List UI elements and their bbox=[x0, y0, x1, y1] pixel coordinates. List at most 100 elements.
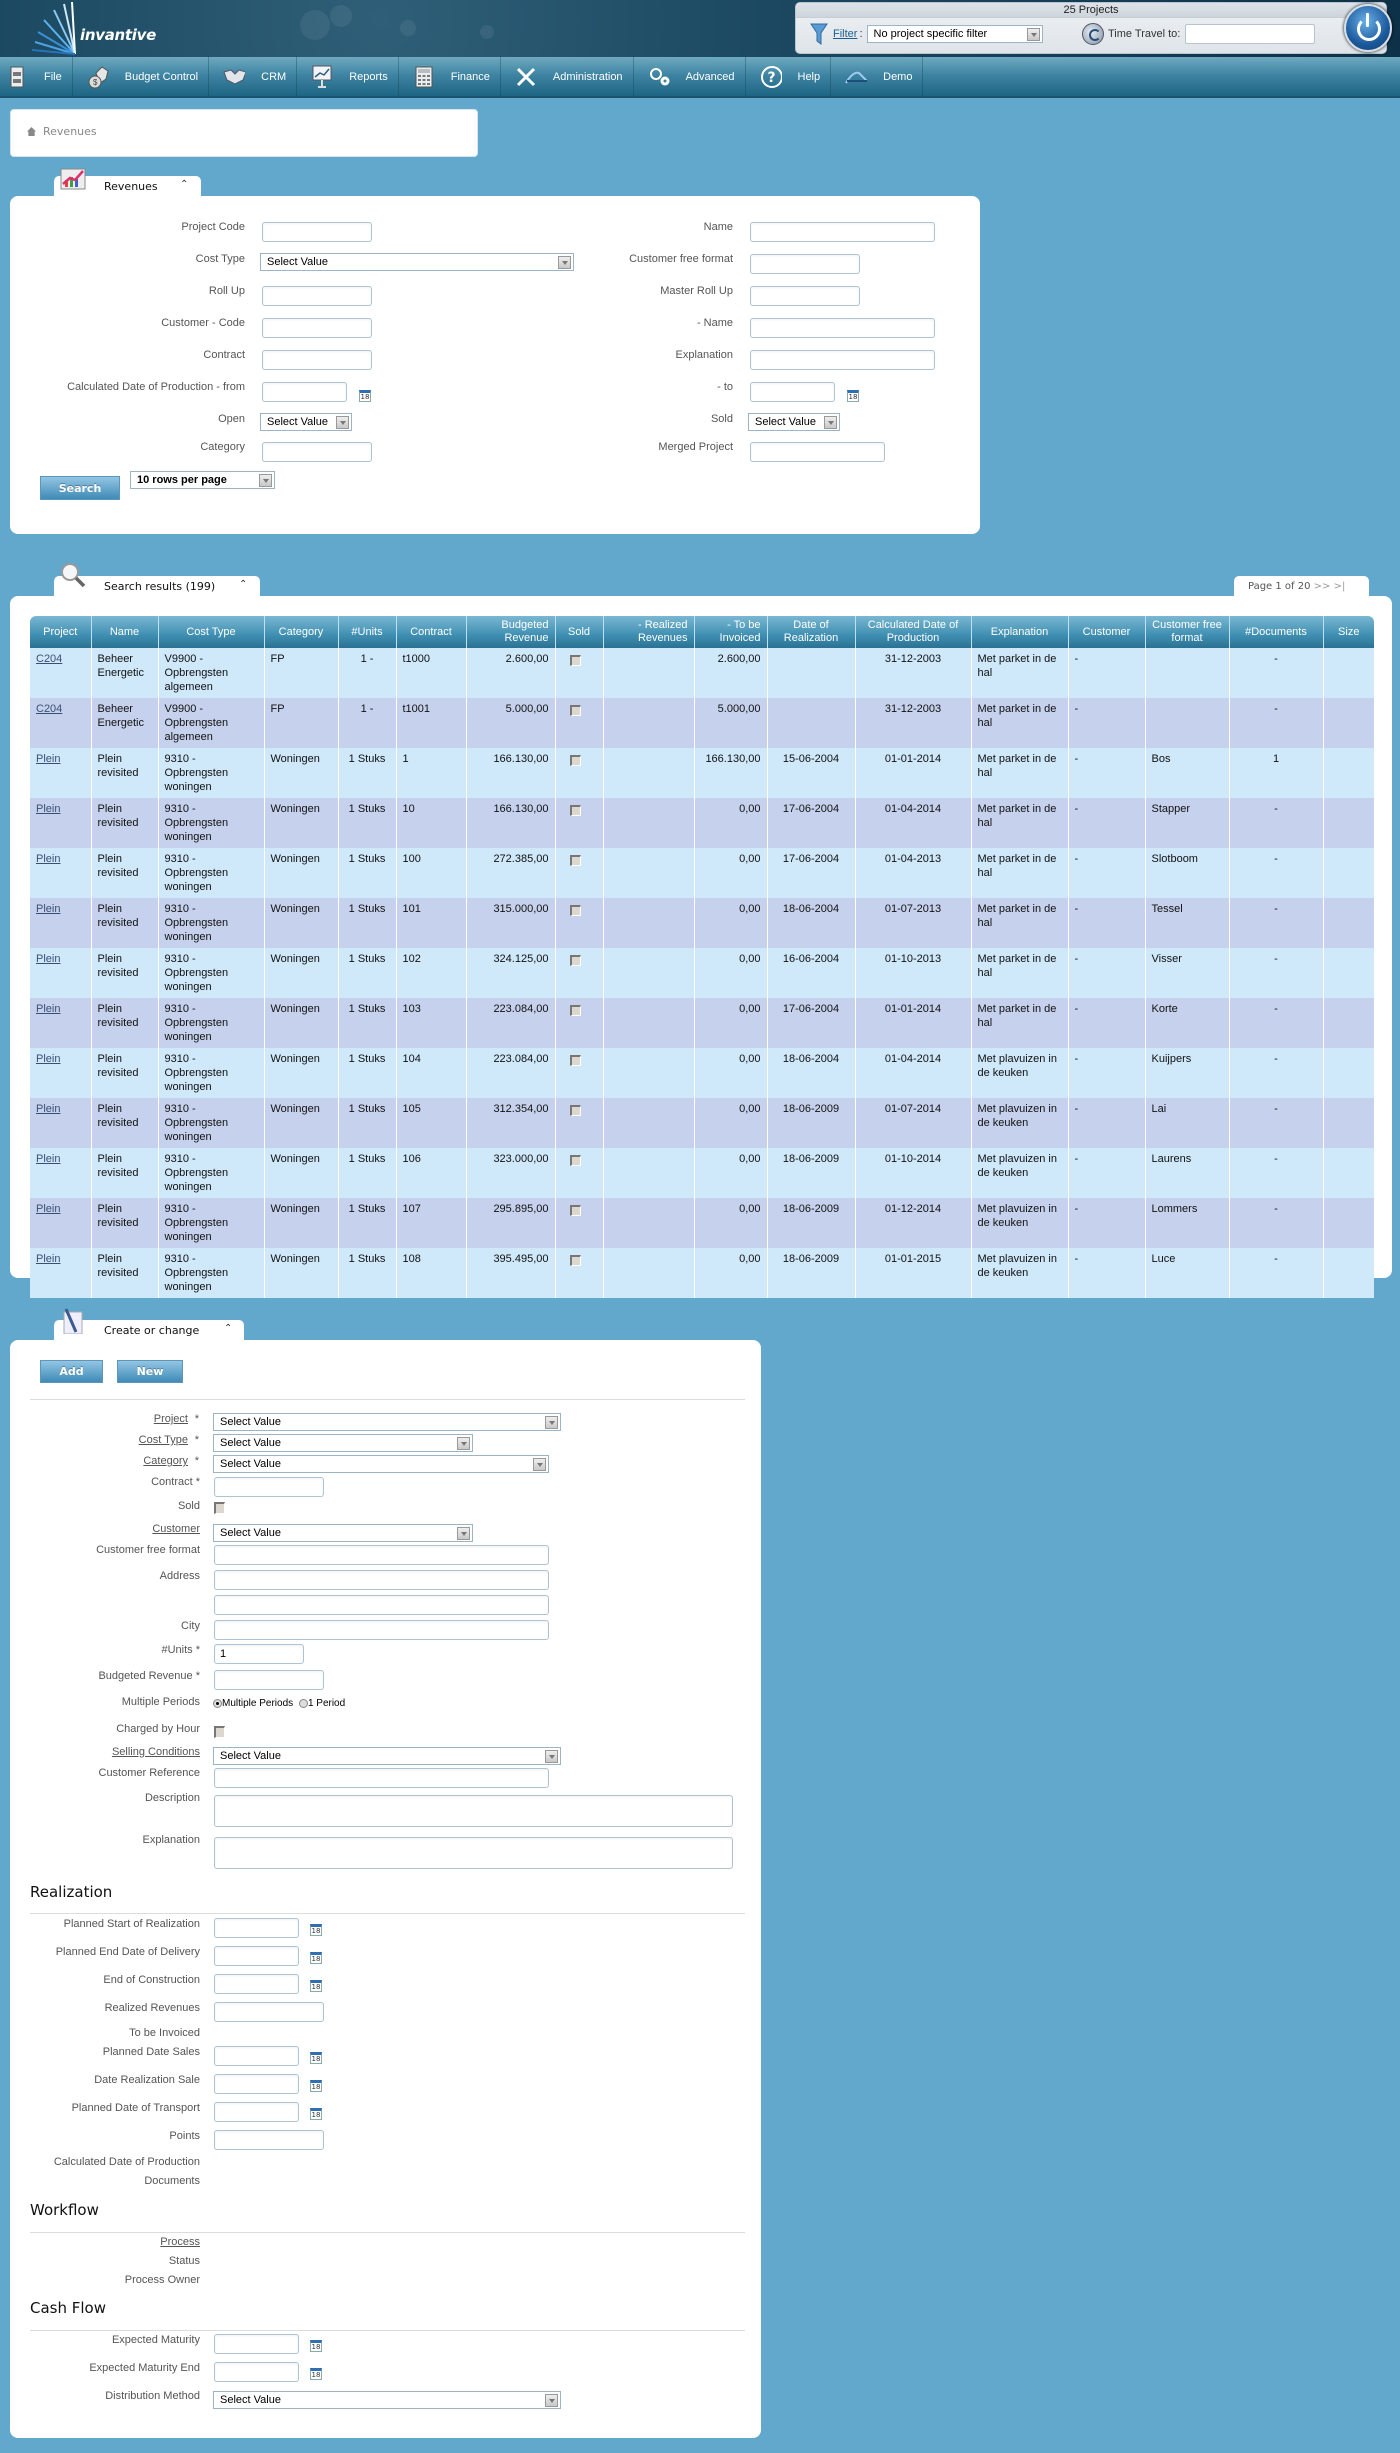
roll-up-input[interactable] bbox=[262, 286, 372, 306]
radio-one-period[interactable] bbox=[298, 1698, 308, 1708]
pager-next[interactable]: >> bbox=[1314, 581, 1331, 592]
sold-checkbox[interactable] bbox=[569, 1155, 581, 1166]
explanation-textarea[interactable] bbox=[214, 1837, 733, 1869]
sold-select[interactable]: Select Value bbox=[748, 413, 840, 431]
column-header[interactable]: Project bbox=[30, 616, 91, 648]
search-button[interactable]: Search bbox=[40, 476, 120, 500]
planned-date-sales-input[interactable] bbox=[214, 2046, 299, 2066]
end-construction-input[interactable] bbox=[214, 1974, 299, 1994]
budgeted-revenue-field-input[interactable] bbox=[214, 1670, 324, 1690]
dash-name-input[interactable] bbox=[750, 318, 935, 338]
new-button[interactable]: New bbox=[117, 1360, 183, 1383]
project-link[interactable]: Plein bbox=[36, 1103, 60, 1115]
sold-checkbox[interactable] bbox=[569, 705, 581, 716]
calendar-icon[interactable]: 18 bbox=[359, 390, 371, 402]
category-field-label[interactable]: Category bbox=[143, 1455, 188, 1467]
table-row[interactable]: Plein Plein revisited 9310 - Opbrengsten w… bbox=[30, 848, 1374, 898]
selling-conditions-select[interactable]: Select Value bbox=[213, 1747, 561, 1765]
logout-power-button[interactable] bbox=[1344, 4, 1392, 52]
city-field-input[interactable] bbox=[214, 1620, 549, 1640]
explanation-input[interactable] bbox=[750, 350, 935, 370]
menu-reports[interactable]: Reports bbox=[297, 56, 399, 97]
column-header[interactable]: Size bbox=[1322, 616, 1374, 648]
menu-finance[interactable]: Finance bbox=[399, 56, 501, 97]
calendar-icon[interactable]: 18 bbox=[310, 2052, 322, 2064]
table-row[interactable]: Plein Plein revisited 9310 - Opbrengsten w… bbox=[30, 1148, 1374, 1198]
contract-input[interactable] bbox=[262, 350, 372, 370]
calendar-icon[interactable]: 18 bbox=[310, 2080, 322, 2092]
filter-link[interactable]: Filter bbox=[833, 28, 857, 40]
calendar-icon[interactable]: 18 bbox=[310, 2340, 322, 2352]
column-header[interactable]: #Units bbox=[337, 616, 396, 648]
sold-checkbox[interactable] bbox=[569, 855, 581, 866]
cost-type-field-select[interactable]: Select Value bbox=[213, 1434, 473, 1452]
table-row[interactable]: Plein Plein revisited 9310 - Opbrengsten w… bbox=[30, 1098, 1374, 1148]
project-link[interactable]: Plein bbox=[36, 753, 60, 765]
units-field-input[interactable] bbox=[214, 1644, 304, 1664]
collapse-icon[interactable]: ⌃ bbox=[180, 179, 188, 190]
project-field-label[interactable]: Project bbox=[154, 1413, 188, 1425]
column-header[interactable]: Cost Type bbox=[157, 616, 264, 648]
customer-field-select[interactable]: Select Value bbox=[213, 1524, 473, 1542]
menu-budget-control[interactable]: $ Budget Control bbox=[73, 56, 210, 97]
table-row[interactable]: C204 Beheer Energetic V9900 - Opbrengsten … bbox=[30, 698, 1374, 748]
category-field-select[interactable]: Select Value bbox=[213, 1455, 549, 1473]
collapse-icon[interactable]: ⌃ bbox=[224, 1323, 232, 1334]
project-link[interactable]: C204 bbox=[36, 703, 62, 715]
cost-type-field-label[interactable]: Cost Type bbox=[139, 1434, 188, 1446]
project-link[interactable]: Plein bbox=[36, 903, 60, 915]
table-row[interactable]: Plein Plein revisited 9310 - Opbrengsten w… bbox=[30, 798, 1374, 848]
project-link[interactable]: Plein bbox=[36, 1053, 60, 1065]
sold-checkbox[interactable] bbox=[569, 1055, 581, 1066]
column-header[interactable]: - Realized Revenues bbox=[602, 616, 694, 648]
project-link[interactable]: Plein bbox=[36, 1153, 60, 1165]
merged-project-input[interactable] bbox=[750, 442, 885, 462]
table-row[interactable]: Plein Plein revisited 9310 - Opbrengsten w… bbox=[30, 1198, 1374, 1248]
points-input[interactable] bbox=[214, 2130, 324, 2150]
date-realization-sale-input[interactable] bbox=[214, 2074, 299, 2094]
sold-checkbox[interactable] bbox=[214, 1502, 225, 1514]
sold-checkbox[interactable] bbox=[569, 1205, 581, 1216]
calendar-icon[interactable]: 18 bbox=[847, 390, 859, 402]
table-row[interactable]: Plein Plein revisited 9310 - Opbrengsten w… bbox=[30, 948, 1374, 998]
column-header[interactable]: Date of Realization bbox=[766, 616, 855, 648]
menu-help[interactable]: ? Help bbox=[746, 56, 832, 97]
sold-checkbox[interactable] bbox=[569, 1255, 581, 1266]
column-header[interactable]: Contract bbox=[395, 616, 466, 648]
column-header[interactable]: Customer bbox=[1067, 616, 1145, 648]
calendar-icon[interactable]: 18 bbox=[310, 1924, 322, 1936]
menu-advanced[interactable]: Advanced bbox=[634, 56, 746, 97]
calendar-icon[interactable]: 18 bbox=[310, 2108, 322, 2120]
address-line1-input[interactable] bbox=[214, 1570, 549, 1590]
menu-administration[interactable]: Administration bbox=[501, 56, 634, 97]
sold-checkbox[interactable] bbox=[569, 805, 581, 816]
customer-free-format-field-input[interactable] bbox=[214, 1545, 549, 1565]
sold-checkbox[interactable] bbox=[569, 905, 581, 916]
planned-transport-input[interactable] bbox=[214, 2102, 299, 2122]
menu-crm[interactable]: CRM bbox=[209, 56, 298, 97]
column-header[interactable]: Category bbox=[263, 616, 338, 648]
sold-checkbox[interactable] bbox=[569, 655, 581, 666]
project-link[interactable]: C204 bbox=[36, 653, 62, 665]
planned-start-input[interactable] bbox=[214, 1918, 299, 1938]
customer-code-input[interactable] bbox=[262, 318, 372, 338]
rows-per-page-select[interactable]: 10 rows per page bbox=[130, 471, 275, 489]
column-header[interactable]: Explanation bbox=[970, 616, 1068, 648]
category-input[interactable] bbox=[262, 442, 372, 462]
table-row[interactable]: C204 Beheer Energetic V9900 - Opbrengsten … bbox=[30, 648, 1374, 698]
customer-field-label[interactable]: Customer bbox=[152, 1523, 200, 1535]
menu-demo[interactable]: Demo bbox=[831, 56, 924, 97]
realized-revenues-input[interactable] bbox=[214, 2002, 324, 2022]
calc-date-from-input[interactable] bbox=[262, 382, 347, 402]
project-link[interactable]: Plein bbox=[36, 953, 60, 965]
invantive-logo[interactable]: invantive bbox=[30, 2, 156, 55]
calendar-icon[interactable]: 18 bbox=[310, 1980, 322, 1992]
project-code-input[interactable] bbox=[262, 222, 372, 242]
column-header[interactable]: Customer free format bbox=[1144, 616, 1229, 648]
table-row[interactable]: Plein Plein revisited 9310 - Opbrengsten w… bbox=[30, 1248, 1374, 1298]
menu-file[interactable]: File bbox=[0, 56, 73, 97]
sold-checkbox[interactable] bbox=[569, 955, 581, 966]
address-line2-input[interactable] bbox=[214, 1595, 549, 1615]
table-row[interactable]: Plein Plein revisited 9310 - Opbrengsten w… bbox=[30, 998, 1374, 1048]
project-link[interactable]: Plein bbox=[36, 1003, 60, 1015]
